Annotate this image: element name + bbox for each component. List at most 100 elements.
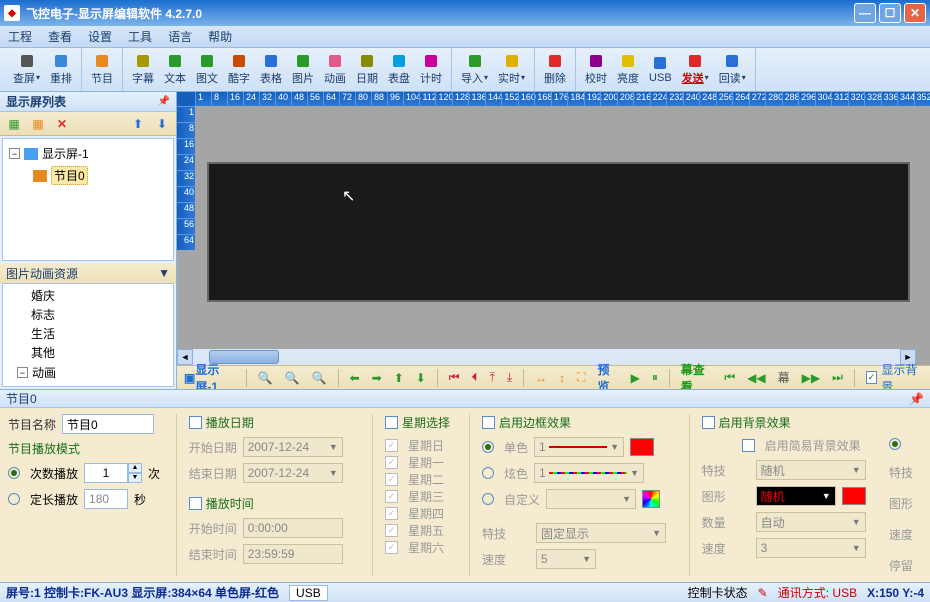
resource-item[interactable]: 其他 [7,343,169,362]
first-icon[interactable]: ⏮ [446,369,463,386]
count-play-radio[interactable] [8,467,20,479]
menu-语言[interactable]: 语言 [168,28,192,45]
simple-bg-checkbox[interactable] [742,439,755,452]
program-name-input[interactable] [62,414,154,434]
border-group[interactable]: 启用边框效果 [482,414,677,431]
week-checkbox[interactable] [385,416,398,429]
delete-screen-icon[interactable]: ✕ [52,114,72,134]
solid-row[interactable]: 单色 1 ▼ [482,437,677,457]
show-bg-checkbox[interactable]: 显示背景 [863,360,926,390]
toolbar-图文[interactable]: 图文 [191,50,223,90]
screen-tab[interactable]: ▣ 显示屏-1 [181,360,238,390]
toolbar-文本[interactable]: 文本 [159,50,191,90]
week-group[interactable]: 星期选择 [385,414,457,431]
nav-down-icon[interactable]: ⬇ [413,370,429,386]
custom-row[interactable]: 自定义 ▼ [482,489,677,509]
weekday-星期四[interactable]: 星期四 [385,505,457,522]
resource-item[interactable]: 标志 [7,305,169,324]
resource-item[interactable]: 生活 [7,324,169,343]
weekday-星期六[interactable]: 星期六 [385,539,457,556]
fixed-play-row[interactable]: 定长播放 秒 [8,489,164,509]
pause-icon[interactable]: ⏸ [649,369,661,386]
colorful-row[interactable]: 炫色 1 ▼ [482,463,677,483]
fullscreen-icon[interactable]: ⛶ [574,369,588,386]
resource-header[interactable]: 图片动画资源 ▼ [0,263,176,283]
menu-查看[interactable]: 查看 [48,28,72,45]
weekday-星期三[interactable]: 星期三 [385,488,457,505]
menu-设置[interactable]: 设置 [88,28,112,45]
play-time-group[interactable]: 播放时间 [189,495,360,512]
horizontal-scrollbar[interactable]: ◄ ► [177,349,916,365]
weekday-星期五[interactable]: 星期五 [385,522,457,539]
tree-child[interactable]: 节目0 [31,164,169,187]
toolbar-导入[interactable]: 导入▾ [456,50,493,90]
resource-item[interactable]: 婚庆 [7,286,169,305]
border-checkbox[interactable] [482,416,495,429]
bg-checkbox[interactable] [702,416,715,429]
add-screen-icon[interactable]: ▦ [4,114,24,134]
custom-radio[interactable] [482,493,494,505]
solid-color-swatch[interactable] [630,438,654,456]
weekday-星期日[interactable]: 星期日 [385,437,457,454]
zoom-in-icon[interactable]: 🔍 [255,370,276,386]
toolbar-删除[interactable]: 删除 [539,50,571,90]
toolbar-酷字[interactable]: 酷字 [223,50,255,90]
bg-group[interactable]: 启用背景效果 [702,414,877,431]
add-screen2-icon[interactable]: ▦ [28,114,48,134]
zoom-out-icon[interactable]: 🔍 [309,370,330,386]
tree-root[interactable]: − 显示屏-1 [7,143,169,164]
toolbar-回读[interactable]: 回读▾ [714,50,751,90]
shape-color-swatch[interactable] [842,487,866,505]
preview-label[interactable]: 预览 [594,360,621,390]
palette-icon[interactable] [642,490,660,508]
curtain-label[interactable]: 幕查看 [678,360,716,390]
play-date-checkbox[interactable] [189,416,202,429]
toolbar-实时[interactable]: 实时▾ [493,50,530,90]
simple-bg-row[interactable]: 启用简易背景效果 [742,437,877,454]
toolbar-表盘[interactable]: 表盘 [383,50,415,90]
canvas-workarea[interactable] [207,162,910,302]
play-icon[interactable]: ▶ [628,370,643,386]
fwd-full-icon[interactable]: ⏭ [829,369,846,386]
hstretch-icon[interactable]: ↔ [532,370,550,386]
toolbar-字幕[interactable]: 字幕 [127,50,159,90]
prev-icon[interactable]: ⏴ [469,369,481,386]
vstretch-icon[interactable]: ↕ [556,370,568,386]
move-down-icon[interactable]: ⬇ [152,114,172,134]
pin-icon[interactable]: 📌 [158,96,170,107]
toolbar-动画[interactable]: 动画 [319,50,351,90]
curtain-icon[interactable]: 幕 [775,368,793,387]
count-spinner[interactable]: ▲▼ [84,463,142,483]
menu-工具[interactable]: 工具 [128,28,152,45]
bottom-icon[interactable]: ⤓ [504,369,515,386]
play-time-checkbox[interactable] [189,497,202,510]
toolbar-校时[interactable]: 校时 [580,50,612,90]
nav-right-icon[interactable]: ➡ [369,370,385,386]
toolbar-亮度[interactable]: 亮度 [612,50,644,90]
close-button[interactable]: ✕ [904,3,926,23]
rew-icon[interactable]: ◀◀ [744,370,768,386]
rew-full-icon[interactable]: ⏮ [721,369,738,386]
fwd-icon[interactable]: ▶▶ [799,370,823,386]
weekday-星期二[interactable]: 星期二 [385,471,457,488]
menu-工程[interactable]: 工程 [8,28,32,45]
toolbar-USB[interactable]: USB [644,50,677,90]
toolbar-表格[interactable]: 表格 [255,50,287,90]
nav-left-icon[interactable]: ⬅ [347,370,363,386]
toolbar-计时[interactable]: 计时 [415,50,447,90]
play-date-group[interactable]: 播放日期 [189,414,360,431]
toolbar-节目[interactable]: 节目 [86,50,118,90]
resource-subitem[interactable]: 灯箱 [7,383,169,387]
screen-tree[interactable]: − 显示屏-1 节目0 [2,138,174,261]
colorful-radio[interactable] [482,467,494,479]
toolbar-日期[interactable]: 日期 [351,50,383,90]
toolbar-图片[interactable]: 图片 [287,50,319,90]
maximize-button[interactable]: ☐ [879,3,901,23]
resource-tree[interactable]: 婚庆标志生活其他− 动画灯箱字画 [2,283,174,387]
move-up-icon[interactable]: ⬆ [128,114,148,134]
minimize-button[interactable]: — [854,3,876,23]
pin-icon[interactable]: 📌 [909,392,924,406]
fixed-play-radio[interactable] [8,493,20,505]
toolbar-发送[interactable]: 发送▾ [677,50,714,90]
top-icon[interactable]: ⤒ [487,369,498,386]
